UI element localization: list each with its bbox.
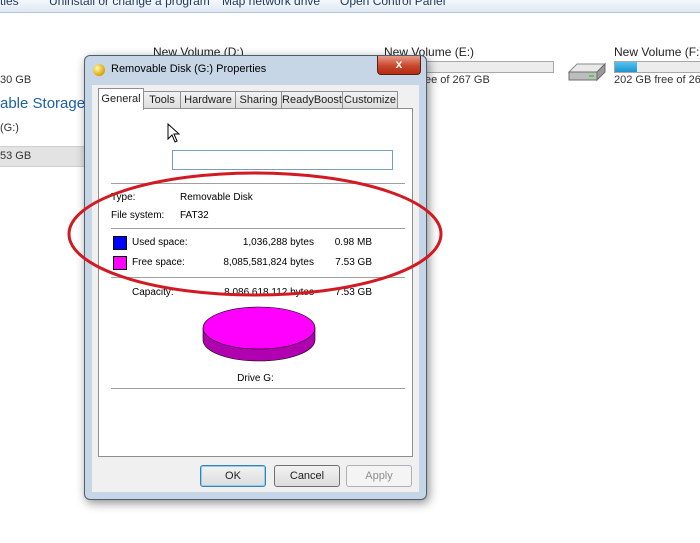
removable-disk-icon: [93, 64, 105, 76]
drive-e-usage-bar: [426, 61, 554, 73]
toolbar-item-open-control-panel[interactable]: Open Control Panel: [340, 0, 445, 8]
hard-drive-icon[interactable]: [567, 60, 607, 84]
drive-label: Drive G:: [237, 373, 274, 384]
ok-button[interactable]: OK: [200, 465, 266, 487]
tab-sharing[interactable]: Sharing: [235, 91, 282, 109]
separator: [111, 388, 405, 389]
drive-f-name[interactable]: New Volume (F:): [614, 45, 700, 59]
drive-f-usage-fill: [615, 62, 637, 72]
pie-free-slice: [202, 306, 316, 350]
toolbar-item-map-network-drive[interactable]: Map network drive: [222, 0, 320, 8]
tab-general[interactable]: General: [98, 88, 144, 110]
drive-f-usage-bar: [614, 61, 700, 73]
drive-e-free: ee of 267 GB: [425, 74, 490, 86]
highlight-ellipse: [67, 171, 443, 297]
mouse-pointer-icon: [167, 123, 180, 143]
drive-f-free: 202 GB free of 267 GB: [614, 74, 700, 86]
drive-d-free: 30 GB: [0, 74, 32, 86]
disk-usage-pie-chart: [202, 306, 316, 362]
close-button[interactable]: x: [377, 56, 421, 75]
tab-readyboost[interactable]: ReadyBoost: [281, 91, 343, 109]
dialog-title: Removable Disk (G:) Properties: [111, 63, 267, 75]
tab-hardware[interactable]: Hardware: [180, 91, 236, 109]
toolbar-item-properties[interactable]: ties: [0, 0, 19, 8]
tab-tools[interactable]: Tools: [143, 91, 181, 109]
removable-storage-header[interactable]: able Storage (: [0, 95, 94, 112]
drive-g-size: 53 GB: [0, 150, 32, 162]
toolbar-item-uninstall[interactable]: Uninstall or change a program: [49, 0, 210, 8]
explorer-toolbar: ties Uninstall or change a program Map n…: [0, 0, 700, 13]
volume-label-input[interactable]: [172, 150, 393, 170]
apply-button[interactable]: Apply: [346, 465, 412, 487]
cancel-button[interactable]: Cancel: [274, 465, 340, 487]
tab-customize[interactable]: Customize: [342, 91, 398, 109]
drive-g-name[interactable]: (G:): [0, 122, 19, 134]
